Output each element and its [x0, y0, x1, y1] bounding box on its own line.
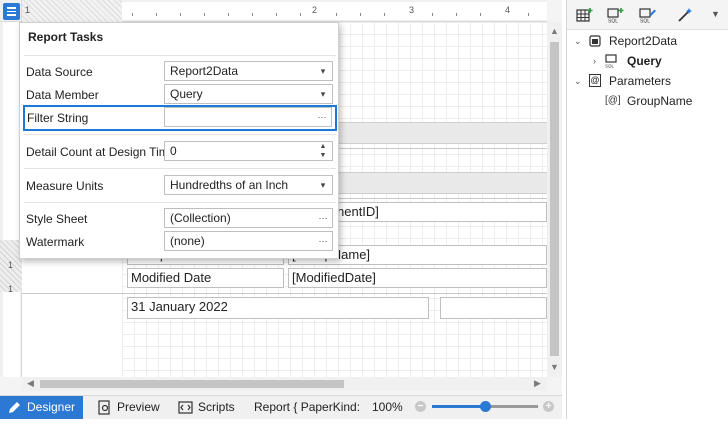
vertical-scrollbar[interactable]: ▲ ▼ [547, 22, 562, 377]
data-member-row: Data Member Query ▾ [24, 84, 336, 106]
add-datasource-icon[interactable] [576, 7, 594, 23]
ruler-number: 4 [505, 5, 511, 15]
data-member-value: Query [170, 87, 203, 101]
tab-label: Preview [117, 400, 160, 414]
ellipsis-icon[interactable]: ··· [315, 110, 329, 124]
measure-units-row: Measure Units Hundredths of an Inch ▾ [24, 175, 336, 197]
tab-scripts[interactable]: Scripts [171, 396, 241, 419]
filter-string-row[interactable]: Filter String ··· [23, 105, 337, 131]
ellipsis-icon[interactable]: ··· [316, 211, 330, 225]
tab-label: Designer [27, 400, 76, 414]
data-source-row: Data Source Report2Data ▾ [24, 61, 336, 83]
scrollbar-thumb[interactable] [40, 380, 344, 388]
svg-text:SQL: SQL [605, 64, 615, 69]
data-source-value: Report2Data [170, 64, 239, 78]
report-tasks-smart-tag-icon[interactable] [3, 3, 20, 20]
data-source-label: Data Source [26, 65, 93, 79]
tab-label: Scripts [198, 400, 235, 414]
style-sheet-row: Style Sheet (Collection) ··· [24, 208, 336, 230]
designer-icon [9, 402, 20, 413]
measure-units-label: Measure Units [26, 179, 104, 193]
zoom-in-icon[interactable]: + [543, 401, 554, 412]
ruler-number: 2 [312, 5, 318, 15]
edit-query-icon[interactable]: SQL [639, 7, 657, 23]
spin-buttons-icon[interactable]: ▲ ▼ [316, 142, 330, 159]
style-sheet-value: (Collection) [170, 211, 231, 225]
filter-string-field[interactable]: ··· [164, 107, 332, 127]
chevron-down-icon[interactable]: ⌄ [574, 71, 582, 91]
preview-icon [98, 400, 110, 415]
zoom-slider-thumb[interactable] [480, 401, 491, 412]
detail-count-spinner[interactable]: 0 ▲ ▼ [164, 141, 333, 161]
date-footer-cell[interactable]: 31 January 2022 [127, 297, 429, 319]
ruler-number: 3 [409, 5, 415, 15]
tree-item-label: Report2Data [609, 34, 678, 48]
chevron-down-icon[interactable]: ⌄ [574, 31, 582, 51]
watermark-label: Watermark [26, 235, 85, 249]
data-member-label: Data Member [26, 88, 99, 102]
zoom-out-icon[interactable]: − [415, 401, 426, 412]
at-sign-icon: @ [589, 74, 601, 87]
horizontal-ruler: 1 2 3 4 [22, 0, 547, 22]
database-icon [589, 35, 601, 47]
detail-count-label: Detail Count at Design Time [26, 145, 176, 159]
popup-title: Report Tasks [28, 30, 104, 44]
tab-designer[interactable]: Designer [0, 396, 83, 419]
field-list-toolbar: SQL SQL ▼ [567, 0, 728, 30]
ruler-number: 1 [25, 5, 31, 15]
scroll-right-icon[interactable]: ▶ [534, 379, 541, 388]
ruler-corner [0, 0, 22, 22]
filter-string-label: Filter String [27, 111, 89, 125]
measure-units-dropdown[interactable]: Hundredths of an Inch ▾ [164, 175, 333, 195]
scroll-down-icon[interactable]: ▼ [550, 363, 559, 372]
watermark-value: (none) [170, 234, 205, 248]
parameter-icon: [@] [605, 95, 621, 106]
tab-preview[interactable]: Preview [90, 396, 162, 419]
horizontal-scrollbar[interactable]: ◀ ▶ [22, 377, 547, 391]
measure-units-value: Hundredths of an Inch [170, 178, 289, 192]
svg-text:SQL: SQL [608, 19, 618, 24]
chevron-right-icon[interactable]: › [593, 51, 596, 71]
tree-item-label: GroupName [627, 94, 693, 108]
magic-wand-icon[interactable] [676, 7, 694, 23]
report-cell[interactable] [440, 297, 547, 319]
department-id-field[interactable]: nentID] [334, 202, 547, 222]
scripts-icon [178, 401, 193, 414]
style-sheet-label: Style Sheet [26, 212, 88, 226]
chevron-down-icon[interactable]: ▾ [316, 178, 330, 192]
scrollbar-thumb[interactable] [550, 42, 559, 356]
ellipsis-icon[interactable]: ··· [316, 234, 330, 248]
query-icon: SQL [605, 54, 617, 69]
report-status-text: Report { PaperKind: [254, 400, 361, 414]
modified-date-field[interactable]: [ModifiedDate] [288, 268, 547, 288]
ruler-number: 1 [8, 260, 14, 270]
report-tasks-popup: Report Tasks Data Source Report2Data ▾ D… [19, 22, 339, 259]
chevron-down-icon[interactable]: ▾ [316, 87, 330, 101]
field-list-panel: SQL SQL ▼ ⌄ Report2Data › SQL Query ⌄ @ [566, 0, 728, 419]
zoom-slider-fill [432, 405, 485, 408]
data-source-dropdown[interactable]: Report2Data ▾ [164, 61, 333, 81]
watermark-field[interactable]: (none) ··· [164, 231, 333, 251]
chevron-down-icon[interactable]: ▼ [711, 9, 720, 19]
modified-date-label[interactable]: Modified Date [127, 268, 284, 288]
add-query-icon[interactable]: SQL [607, 7, 625, 23]
scroll-left-icon[interactable]: ◀ [27, 379, 34, 388]
scroll-up-icon[interactable]: ▲ [550, 27, 559, 36]
watermark-row: Watermark (none) ··· [24, 231, 336, 253]
detail-count-row: Detail Count at Design Time 0 ▲ ▼ [24, 141, 336, 163]
style-sheet-field[interactable]: (Collection) ··· [164, 208, 333, 228]
detail-count-value: 0 [170, 144, 177, 158]
zoom-level: 100% [372, 400, 403, 414]
chevron-down-icon[interactable]: ▾ [316, 64, 330, 78]
svg-text:SQL: SQL [640, 19, 650, 24]
data-member-dropdown[interactable]: Query ▾ [164, 84, 333, 104]
ruler-number: 1 [8, 284, 14, 294]
tree-item-label: Query [627, 54, 662, 68]
tree-item-label: Parameters [609, 74, 672, 88]
